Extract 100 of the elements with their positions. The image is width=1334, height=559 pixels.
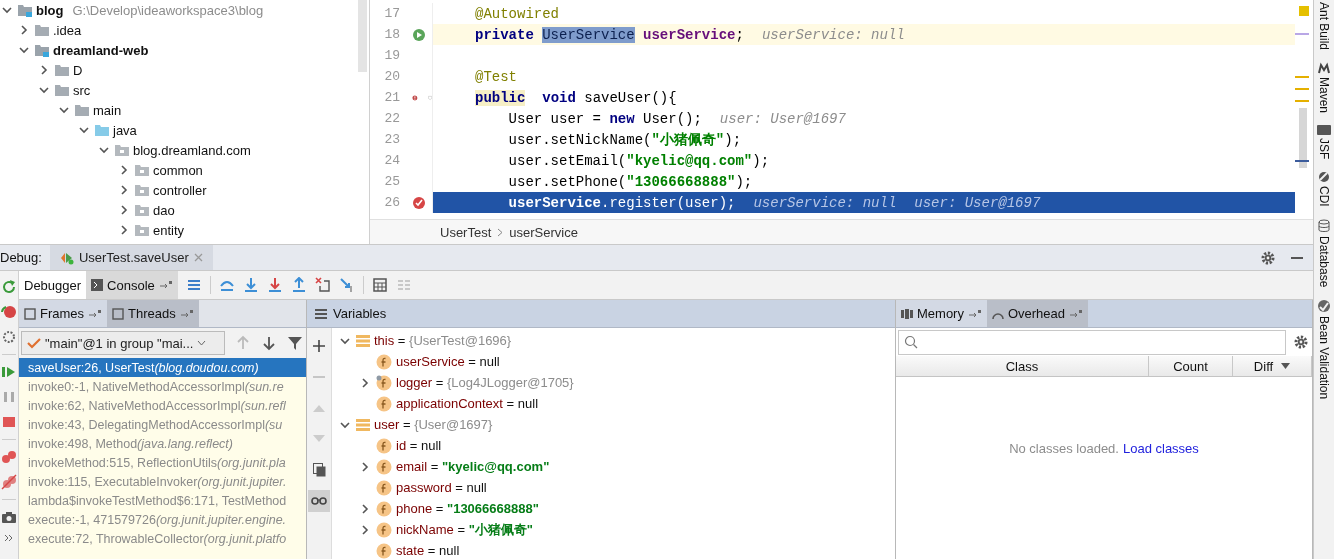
thread-dropdown[interactable]: "main"@1 in group "mai...: [21, 331, 225, 355]
stack-frame[interactable]: invoke0:-1, NativeMethodAccessorImpl(sun.re: [19, 377, 306, 396]
code-text: userService.register(user);: [507, 194, 736, 211]
add-icon[interactable]: [313, 340, 325, 352]
chevron-icon[interactable]: [340, 419, 350, 430]
debugger-tab[interactable]: Debugger: [19, 271, 87, 299]
step-out-icon[interactable]: [290, 277, 307, 293]
chevron-icon[interactable]: [19, 45, 29, 55]
chevron-icon[interactable]: [340, 335, 350, 346]
more-icon[interactable]: [4, 534, 14, 542]
column-header[interactable]: Diff: [1233, 356, 1312, 376]
down-arrow-icon[interactable]: [261, 335, 277, 351]
line-number: 26: [383, 194, 400, 212]
list-icon[interactable]: [185, 277, 202, 293]
tree-item-label[interactable]: common: [153, 162, 203, 178]
chevron-icon[interactable]: [39, 85, 49, 95]
chevron-icon[interactable]: [19, 25, 29, 35]
stack-frame[interactable]: lambda$invokeTestMethod$6:171, TestMethod: [19, 491, 306, 510]
tree-item-label[interactable]: D: [73, 62, 83, 78]
rerun-icon[interactable]: [1, 279, 17, 295]
breadcrumb[interactable]: UserTest: [440, 224, 492, 240]
stack-frame[interactable]: invokeMethod:515, ReflectionUtils(org.junit.pla: [19, 453, 306, 472]
tree-item-label[interactable]: dao: [153, 202, 175, 218]
stack-frame[interactable]: saveUser:26, UserTest(blog.doudou.com): [19, 358, 306, 377]
variable-entry[interactable]: id = null: [396, 438, 442, 453]
mute-breakpoints-icon[interactable]: [1, 474, 17, 490]
resume-icon[interactable]: [1, 364, 17, 380]
variable-entry[interactable]: nickName = "小猪佩奇": [396, 520, 533, 539]
tree-item-label[interactable]: blog.dreamland.com: [133, 142, 251, 158]
chevron-icon[interactable]: [79, 125, 89, 135]
pane-tab[interactable]: Frames: [19, 300, 108, 327]
tree-item-label[interactable]: main: [93, 102, 122, 118]
breakpoints-icon[interactable]: [1, 449, 17, 465]
variable-entry[interactable]: user = {User@1697}: [374, 417, 493, 432]
tree-item-label[interactable]: .idea: [53, 22, 82, 38]
chevron-icon[interactable]: [119, 185, 129, 195]
chevron-icon[interactable]: [39, 65, 49, 75]
pane-tab[interactable]: Overhead: [986, 300, 1089, 327]
chevron-icon[interactable]: [360, 377, 370, 388]
tool-window-button[interactable]: Bean Validation: [1317, 316, 1331, 400]
tree-item-label[interactable]: src: [73, 82, 91, 98]
chevron-icon[interactable]: [2, 5, 12, 15]
tool-window-button[interactable]: Maven: [1317, 77, 1331, 114]
variable-entry[interactable]: password = null: [396, 480, 487, 495]
variable-entry[interactable]: logger = {Log4JLogger@1705}: [396, 375, 574, 390]
line-number: 17: [383, 5, 400, 23]
stop-icon[interactable]: [1, 414, 17, 430]
stack-frame[interactable]: invoke:498, Method(java.lang.reflect): [19, 434, 306, 453]
tool-window-button[interactable]: Database: [1317, 236, 1331, 288]
stack-frame[interactable]: execute:72, ThrowableCollector(org.junit.platfo: [19, 529, 306, 548]
camera-icon[interactable]: [1, 509, 17, 525]
stack-frame[interactable]: invoke:62, NativeMethodAccessorImpl(sun.refl: [19, 396, 306, 415]
settings-icon[interactable]: [1261, 250, 1275, 265]
pane-tab[interactable]: Threads: [107, 300, 199, 327]
run-to-cursor-icon[interactable]: [338, 277, 355, 293]
tree-item-label[interactable]: entity: [153, 222, 185, 238]
variable-entry[interactable]: phone = "13066668888": [396, 501, 539, 516]
filter-icon[interactable]: [287, 335, 303, 351]
variable-entry[interactable]: state = null: [396, 543, 460, 558]
session-tab[interactable]: UserTest.saveUser: [49, 245, 213, 270]
column-header[interactable]: Class: [896, 356, 1149, 376]
stack-icon: [356, 334, 370, 347]
copy-icon[interactable]: [312, 463, 326, 477]
search-field[interactable]: [898, 329, 1286, 355]
variable-entry[interactable]: email = "kyelic@qq.com": [396, 459, 550, 474]
debugger-tab[interactable]: Console: [86, 271, 178, 299]
glasses-icon[interactable]: [311, 497, 327, 505]
stack-frame[interactable]: invoke:43, DelegatingMethodAccessorImpl(su: [19, 415, 306, 434]
tool-window-button[interactable]: Ant Build: [1317, 2, 1331, 51]
stack-frame[interactable]: invoke:115, ExecutableInvoker(org.junit.jupiter.: [19, 472, 306, 491]
chevron-icon[interactable]: [360, 524, 370, 535]
scrollbar[interactable]: [358, 0, 367, 72]
stack-frame[interactable]: execute:-1, 471579726(org.junit.jupiter.engine.: [19, 510, 306, 529]
chevron-icon[interactable]: [360, 503, 370, 514]
chevron-icon[interactable]: [99, 145, 109, 155]
tree-item-label[interactable]: controller: [153, 182, 207, 198]
tool-window-button[interactable]: CDI: [1317, 186, 1331, 208]
column-header[interactable]: Count: [1149, 356, 1233, 376]
chevron-icon[interactable]: [59, 105, 69, 115]
chevron-icon[interactable]: [119, 225, 129, 235]
variable-entry[interactable]: applicationContext = null: [396, 396, 539, 411]
step-into-icon[interactable]: [242, 277, 259, 293]
calculator-icon[interactable]: [371, 277, 388, 293]
variable-entry[interactable]: this = {UserTest@1696}: [374, 333, 512, 348]
drop-frame-icon[interactable]: [314, 277, 331, 293]
settings-icon[interactable]: [1294, 335, 1308, 349]
chevron-icon[interactable]: [119, 205, 129, 215]
gears-icon[interactable]: [1, 329, 17, 345]
tree-item-label[interactable]: dreamland-web: [53, 42, 149, 58]
rerun-failed-icon[interactable]: [1, 304, 17, 320]
chevron-icon[interactable]: [360, 461, 370, 472]
breadcrumb[interactable]: userService: [509, 224, 578, 240]
tree-item-label[interactable]: blog: [36, 2, 64, 18]
variable-entry[interactable]: userService = null: [396, 354, 500, 369]
tool-window-button[interactable]: JSF: [1317, 138, 1331, 160]
chevron-icon[interactable]: [119, 165, 129, 175]
force-step-into-icon[interactable]: [266, 277, 283, 293]
pane-tab[interactable]: Memory: [896, 300, 987, 327]
load-classes-link[interactable]: Load classes: [1122, 440, 1199, 456]
tree-item-label[interactable]: java: [113, 122, 137, 138]
